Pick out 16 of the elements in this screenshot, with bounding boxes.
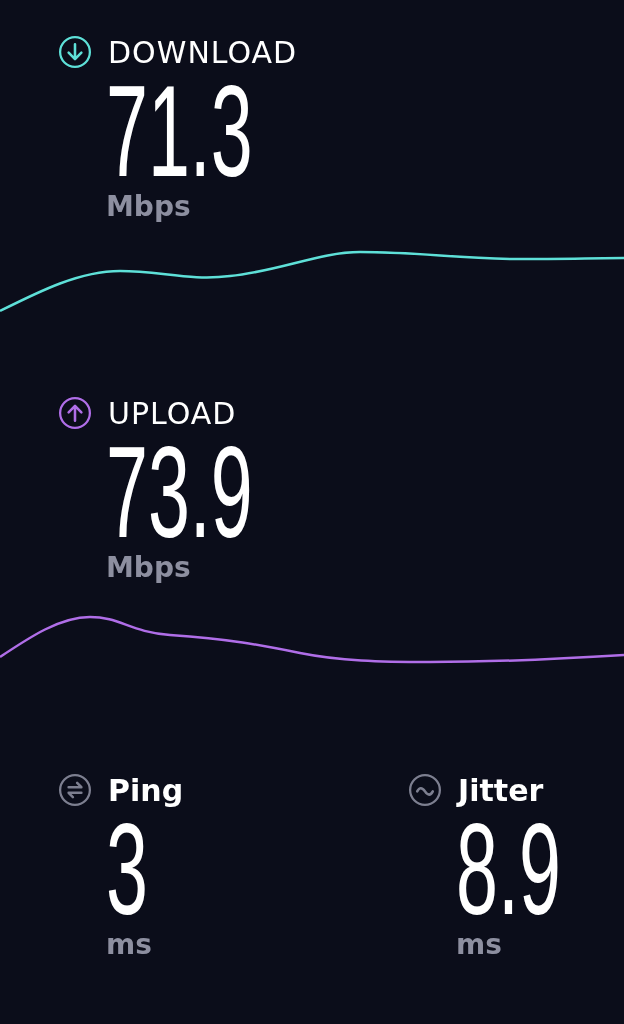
metric-value: 8.9: [456, 810, 561, 928]
metric-label: Jitter: [458, 772, 544, 808]
upload-icon: [58, 396, 92, 430]
download-icon: [58, 35, 92, 69]
metric-unit: Mbps: [106, 190, 191, 224]
metric-value: 73.9: [106, 433, 253, 551]
jitter-icon: [408, 773, 442, 807]
metric-unit: ms: [456, 928, 502, 962]
metric-label: DOWNLOAD: [108, 34, 298, 70]
metric-value: 3: [106, 810, 148, 928]
ping-icon: [58, 773, 92, 807]
metric-unit: ms: [106, 928, 152, 962]
metric-value: 71.3: [106, 72, 253, 190]
metric-label: Ping: [108, 772, 184, 808]
metric-label: UPLOAD: [108, 395, 237, 431]
metric-unit: Mbps: [106, 551, 191, 585]
